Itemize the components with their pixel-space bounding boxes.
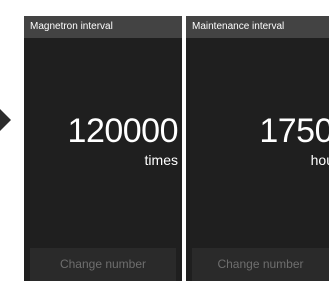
chevron-left-icon[interactable]	[0, 109, 11, 131]
change-number-button-maintenance[interactable]: Change number	[192, 248, 329, 281]
maintenance-interval-title: Maintenance interval	[186, 16, 329, 38]
change-number-button-magnetron[interactable]: Change number	[30, 248, 176, 281]
maintenance-interval-panel: Maintenance interval 1750 hou Change num…	[186, 16, 329, 281]
magnetron-interval-value: 120000	[67, 112, 179, 150]
magnetron-interval-unit: times	[144, 152, 178, 168]
magnetron-interval-panel: Magnetron interval 120000 times Change n…	[24, 16, 182, 281]
maintenance-interval-value: 1750	[259, 112, 329, 150]
maintenance-interval-unit: hou	[310, 152, 329, 168]
magnetron-interval-title: Magnetron interval	[24, 16, 182, 38]
